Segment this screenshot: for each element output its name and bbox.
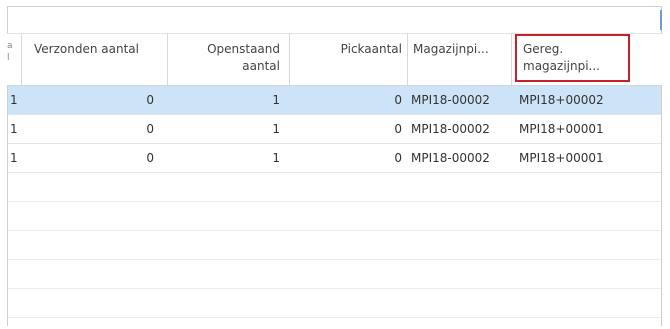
col-header-openstaand-line1: Openstaand xyxy=(207,42,280,56)
cell-magazijnpick[interactable]: MPI18-00002 xyxy=(411,150,490,167)
column-separator[interactable] xyxy=(21,34,22,85)
table-row[interactable]: 1 0 1 0 MPI18-00002 MPI18+00002 xyxy=(8,86,661,115)
col-header-openstaand-line2: aantal xyxy=(242,59,280,73)
cell-geregistreerde-magazijnpick[interactable]: MPI18+00001 xyxy=(519,121,604,138)
empty-row[interactable] xyxy=(8,173,661,202)
grid-toolbar-strip xyxy=(7,6,662,34)
truncated-cell: 1 xyxy=(10,93,18,107)
empty-row[interactable] xyxy=(8,260,661,289)
table-row[interactable]: 1 0 1 0 MPI18-00002 MPI18+00001 xyxy=(8,115,661,144)
empty-row[interactable] xyxy=(8,231,661,260)
cell-magazijnpick[interactable]: MPI18-00002 xyxy=(411,92,490,109)
empty-row[interactable] xyxy=(8,202,661,231)
cell-verzonden-aantal: 0 xyxy=(146,122,154,136)
column-separator[interactable] xyxy=(511,34,512,85)
cell-magazijnpick[interactable]: MPI18-00002 xyxy=(411,121,490,138)
cell-pickaantal: 0 xyxy=(394,122,402,136)
cell-verzonden-aantal: 0 xyxy=(146,151,154,165)
table-row[interactable]: 1 0 1 0 MPI18-00002 MPI18+00001 xyxy=(8,144,661,173)
cell-pickaantal: 0 xyxy=(394,151,402,165)
cell-geregistreerde-magazijnpick[interactable]: MPI18+00001 xyxy=(519,150,604,167)
truncated-column-header[interactable]: al xyxy=(7,40,13,64)
truncated-cell: 1 xyxy=(10,151,18,165)
cell-openstaand-aantal: 1 xyxy=(272,122,280,136)
cell-verzonden-aantal: 0 xyxy=(146,93,154,107)
truncated-cell: 1 xyxy=(10,122,18,136)
col-header-verzonden-aantal[interactable]: Verzonden aantal xyxy=(34,41,139,58)
highlight-box xyxy=(515,34,630,82)
column-separator[interactable] xyxy=(167,34,168,85)
col-header-magazijnpick[interactable]: Magazijnpi... xyxy=(413,41,489,58)
empty-row[interactable] xyxy=(8,289,661,318)
col-header-openstaand-aantal[interactable]: Openstaand aantal xyxy=(175,41,280,75)
scroll-edge-indicator xyxy=(660,10,662,30)
grid-header: al Verzonden aantal Openstaand aantal Pi… xyxy=(7,34,662,86)
cell-openstaand-aantal: 1 xyxy=(272,151,280,165)
cell-pickaantal: 0 xyxy=(394,93,402,107)
column-separator[interactable] xyxy=(289,34,290,85)
col-header-pickaantal[interactable]: Pickaantal xyxy=(297,41,402,58)
column-separator[interactable] xyxy=(407,34,408,85)
cell-openstaand-aantal: 1 xyxy=(272,93,280,107)
cell-geregistreerde-magazijnpick[interactable]: MPI18+00002 xyxy=(519,92,604,109)
